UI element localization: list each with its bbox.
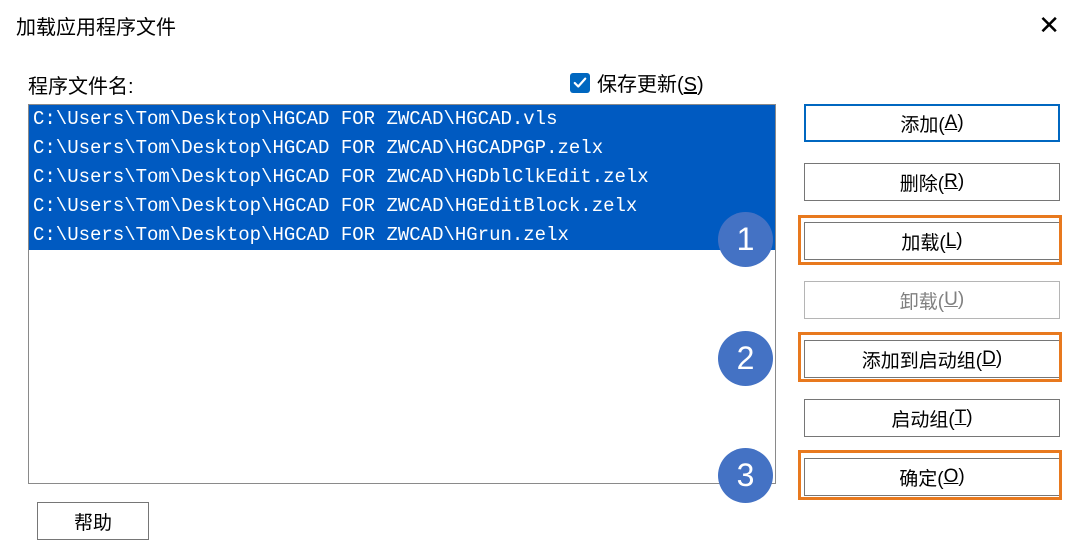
button-column: 添加(A) 删除(R) 加载(L) 卸载(U) 添加到启动组(D) 启动组(T)… [804,104,1060,517]
title-bar: 加载应用程序文件 ✕ [0,0,1076,50]
list-item[interactable]: C:\Users\Tom\Desktop\HGCAD FOR ZWCAD\HGC… [29,134,775,163]
list-item[interactable]: C:\Users\Tom\Desktop\HGCAD FOR ZWCAD\HGD… [29,163,775,192]
save-updates-label[interactable]: 保存更新(S) [597,68,704,97]
list-item[interactable]: C:\Users\Tom\Desktop\HGCAD FOR ZWCAD\HGE… [29,192,775,221]
checkmark-icon [573,76,587,90]
dialog-content: 程序文件名: 保存更新(S) C:\Users\Tom\Desktop\HGCA… [28,70,1060,540]
file-list-label: 程序文件名: [28,70,134,99]
save-updates-checkbox[interactable] [570,73,590,93]
startup-group-button[interactable]: 启动组(T) [804,399,1060,437]
add-button[interactable]: 添加(A) [804,104,1060,142]
close-icon[interactable]: ✕ [1038,12,1060,38]
window-title: 加载应用程序文件 [16,11,176,40]
unload-button: 卸载(U) [804,281,1060,319]
list-item[interactable]: C:\Users\Tom\Desktop\HGCAD FOR ZWCAD\HGC… [29,105,775,134]
ok-button[interactable]: 确定(O) [804,458,1060,496]
add-to-startup-button[interactable]: 添加到启动组(D) [804,340,1060,378]
help-button[interactable]: 帮助 [37,502,149,540]
save-updates-checkbox-group[interactable]: 保存更新(S) [570,68,704,97]
load-button[interactable]: 加载(L) [804,222,1060,260]
file-listbox[interactable]: C:\Users\Tom\Desktop\HGCAD FOR ZWCAD\HGC… [28,104,776,484]
remove-button[interactable]: 删除(R) [804,163,1060,201]
list-item[interactable]: C:\Users\Tom\Desktop\HGCAD FOR ZWCAD\HGr… [29,221,775,250]
